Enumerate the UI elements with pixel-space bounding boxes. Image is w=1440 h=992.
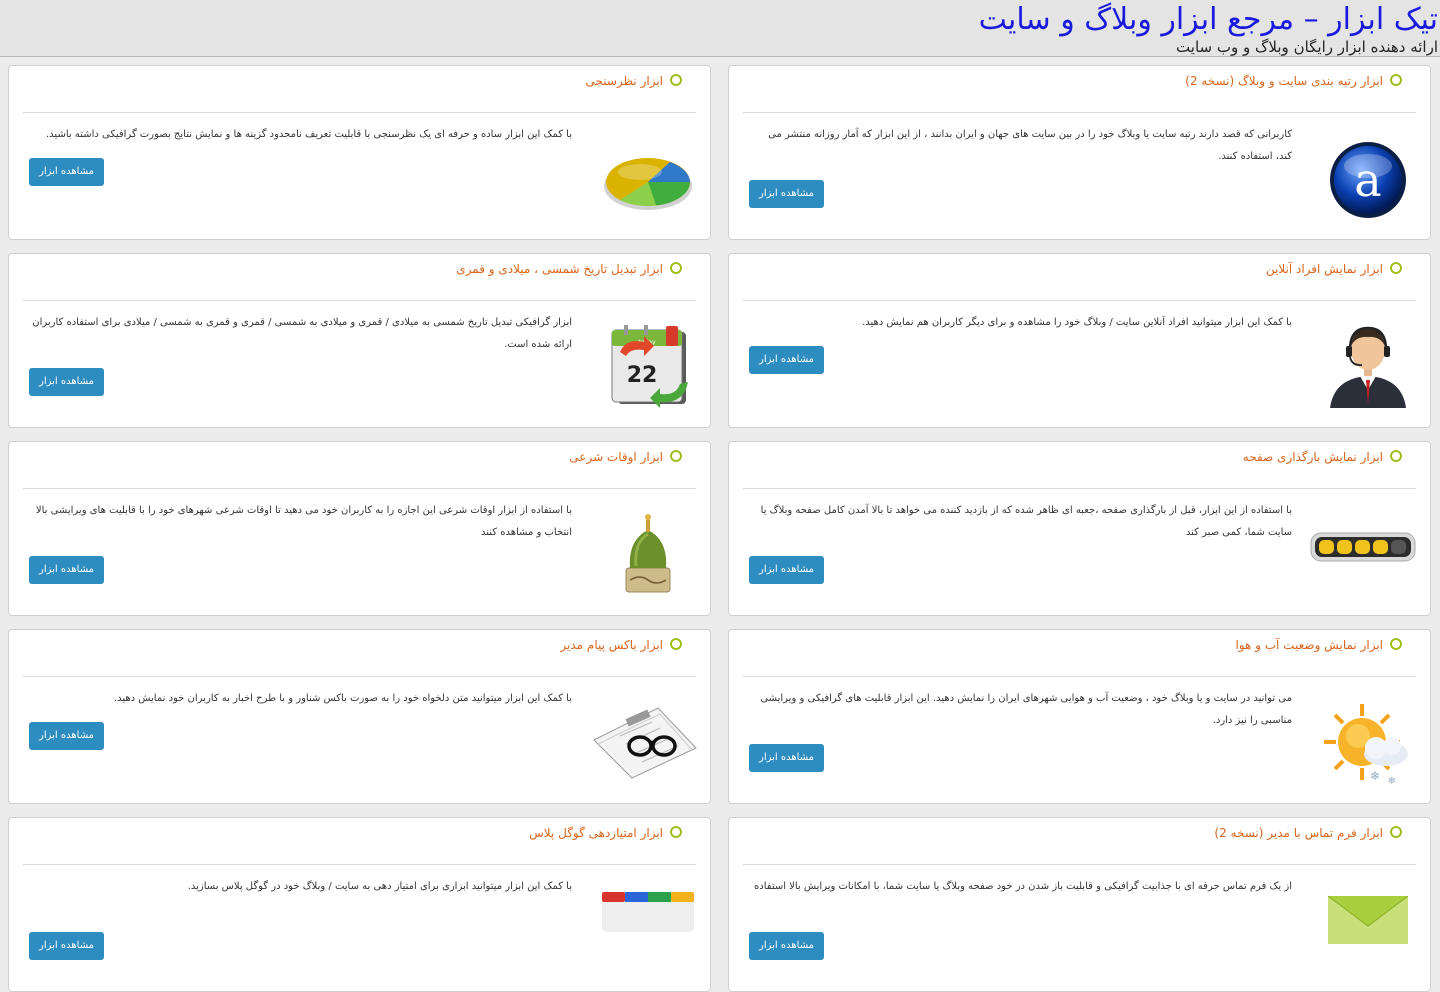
tool-description: با کمک این ابزار میتوانید متن دلخواه خود… [113,693,572,704]
tool-title-link[interactable]: ابزار نمایش بارگذاری صفحه [1243,450,1383,464]
tool-card: ابزار باکس پیام مدیر با کمک این ابزار می… [8,629,711,804]
tool-title-link[interactable]: ابزار رتبه بندی سایت و وبلاگ (نسخه 2) [1185,74,1383,88]
bullet-icon [1390,450,1402,462]
svg-text:❄: ❄ [1370,769,1380,783]
tool-title-link[interactable]: ابزار فرم تماس با مدیر (نسخه 2) [1214,826,1383,840]
envelope-icon[interactable] [1320,886,1416,946]
svg-text:a: a [1354,153,1381,207]
tool-description: کاربرانی که قصد دارند رتبه سایت یا وبلاگ… [768,129,1292,162]
bullet-icon [1390,638,1402,650]
view-tool-button[interactable]: مشاهده ابزار [29,722,104,750]
tool-card: ابزار تبدیل تاریخ شمسی ، میلادی و قمری ا… [8,253,711,428]
tool-title-link[interactable]: ابزار تبدیل تاریخ شمسی ، میلادی و قمری [456,262,663,276]
tool-description: با استفاده از ابزار اوقات شرعی این اجازه… [35,505,572,538]
tool-card: ابزار نمایش وضعیت آب و هوا می توانید در … [728,629,1431,804]
tool-card: ابزار نظرسنجی با کمک این ابزار ساده و حر… [8,65,711,240]
tool-card: ابزار نمایش بارگذاری صفحه با استفاده از … [728,441,1431,616]
tool-title-link[interactable]: ابزار اوقات شرعی [569,450,663,464]
divider [743,488,1416,489]
tool-title-link[interactable]: ابزار نظرسنجی [586,74,663,88]
alexa-logo-icon[interactable]: a [1320,142,1416,218]
divider [23,676,696,677]
mosque-dome-icon[interactable] [600,508,696,598]
calendar-convert-icon[interactable]: today 22 [600,324,696,410]
tool-card: ابزار امتیازدهی گوگل پلاس با کمک این ابز… [8,817,711,992]
view-tool-button[interactable]: مشاهده ابزار [749,180,824,208]
tool-card: ابزار نمایش افراد آنلاین با کمک این ابزا… [728,253,1431,428]
tool-description: ابزار گرافیکی تبدیل تاریخ شمسی به میلادی… [32,317,572,350]
tool-description: با استفاده از این ابزار، قبل از بارگذاری… [760,505,1292,538]
tool-card: ابزار رتبه بندی سایت و وبلاگ (نسخه 2) کا… [728,65,1431,240]
view-tool-button[interactable]: مشاهده ابزار [29,556,104,584]
divider [23,864,696,865]
loading-bar-icon[interactable] [1310,532,1416,562]
divider [23,112,696,113]
svg-text:❄: ❄ [1388,776,1396,787]
pie-chart-icon[interactable] [600,142,696,218]
divider [23,488,696,489]
tool-description: از یک فرم تماس حرفه ای با جذابیت گرافیکی… [754,881,1292,892]
bullet-icon [670,638,682,650]
view-tool-button[interactable]: مشاهده ابزار [29,932,104,960]
bullet-icon [670,262,682,274]
bullet-icon [1390,262,1402,274]
divider [23,300,696,301]
google-plus-icon[interactable] [600,892,696,932]
view-tool-button[interactable]: مشاهده ابزار [29,158,104,186]
tool-description: با کمک این ابزار میتوانید ابزاری برای ام… [187,881,572,892]
bullet-icon [670,74,682,86]
weather-sun-cloud-icon[interactable]: ❄ ❄ [1320,700,1416,790]
view-tool-button[interactable]: مشاهده ابزار [749,932,824,960]
newspaper-glasses-icon[interactable] [590,700,700,780]
divider [743,300,1416,301]
tool-card: ابزار اوقات شرعی با استفاده از ابزار اوق… [8,441,711,616]
bullet-icon [670,450,682,462]
tool-title-link[interactable]: ابزار نمایش وضعیت آب و هوا [1235,638,1383,652]
view-tool-button[interactable]: مشاهده ابزار [29,368,104,396]
bullet-icon [670,826,682,838]
tool-title-link[interactable]: ابزار امتیازدهی گوگل پلاس [529,826,663,840]
tool-description: با کمک این ابزار ساده و حرفه ای یک نظرسن… [46,129,572,140]
divider [743,112,1416,113]
tool-card: ابزار فرم تماس با مدیر (نسخه 2) از یک فر… [728,817,1431,992]
bullet-icon [1390,74,1402,86]
tools-grid: ابزار رتبه بندی سایت و وبلاگ (نسخه 2) کا… [0,0,1440,992]
tool-title-link[interactable]: ابزار نمایش افراد آنلاین [1266,262,1383,276]
calendar-day: 22 [627,363,658,388]
bullet-icon [1390,826,1402,838]
divider [743,676,1416,677]
tool-description: می توانید در سایت و یا وبلاگ خود ، وضعیت… [760,693,1292,726]
divider [743,864,1416,865]
view-tool-button[interactable]: مشاهده ابزار [749,744,824,772]
view-tool-button[interactable]: مشاهده ابزار [749,556,824,584]
support-agent-icon[interactable] [1320,320,1416,410]
tool-description: با کمک این ابزار میتوانید افراد آنلاین س… [862,317,1292,328]
tool-title-link[interactable]: ابزار باکس پیام مدیر [560,638,663,652]
view-tool-button[interactable]: مشاهده ابزار [749,346,824,374]
